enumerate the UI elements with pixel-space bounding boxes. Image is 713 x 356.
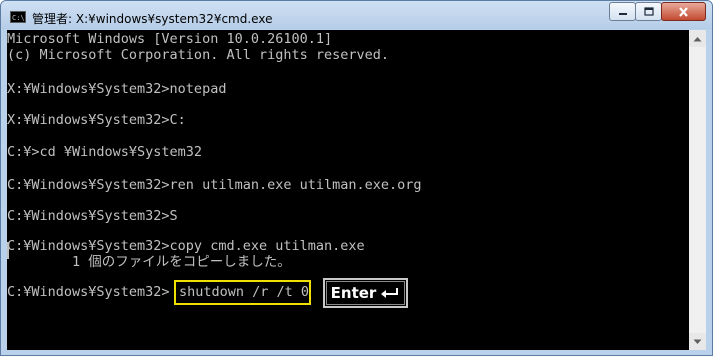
- scroll-track[interactable]: [689, 47, 706, 333]
- console-output[interactable]: Microsoft Windows [Version 10.0.26100.1]…: [7, 30, 689, 350]
- console-line: X:¥Windows¥System32>C:: [7, 112, 186, 128]
- console-line: (c) Microsoft Corporation. All rights re…: [7, 47, 390, 63]
- minimize-button[interactable]: [609, 2, 636, 21]
- console-line: C:¥>cd ¥Windows¥System32: [7, 144, 203, 160]
- scroll-down-button[interactable]: [689, 333, 706, 350]
- close-button[interactable]: [661, 2, 706, 21]
- console-line: 1 個のファイルをコピーしました。: [7, 254, 291, 270]
- close-icon: [679, 6, 688, 17]
- scroll-up-icon: [693, 36, 702, 41]
- console-line: C:¥Windows¥System32>ren utilman.exe util…: [7, 177, 422, 193]
- console-line: C:¥Windows¥System32>copy cmd.exe utilman…: [7, 238, 365, 254]
- window-title: 管理者: X:¥windows¥system32¥cmd.exe: [32, 12, 273, 26]
- cmd-app-icon[interactable]: C:\: [10, 11, 26, 23]
- console-line: X:¥Windows¥System32>notepad: [7, 81, 227, 97]
- minimize-icon: [618, 12, 627, 15]
- maximize-icon: [643, 7, 654, 16]
- enter-key-label: Enter: [330, 284, 377, 302]
- highlighted-command: shutdown /r /t 0: [174, 280, 311, 305]
- vertical-scrollbar[interactable]: [689, 30, 706, 350]
- maximize-button[interactable]: [635, 2, 662, 21]
- console-line: C:¥Windows¥System32>S: [7, 208, 178, 224]
- scroll-up-button[interactable]: [689, 30, 706, 47]
- caption-buttons: [609, 2, 706, 21]
- console-line: Microsoft Windows [Version 10.0.26100.1]: [7, 31, 333, 47]
- enter-return-icon: [380, 287, 400, 299]
- enter-key-badge: Enter: [322, 277, 409, 309]
- console-prompt: C:¥Windows¥System32>: [7, 284, 170, 300]
- title-bar[interactable]: C:\ 管理者: X:¥windows¥system32¥cmd.exe: [1, 1, 712, 29]
- scroll-down-icon: [693, 339, 702, 344]
- cmd-window: C:\ 管理者: X:¥windows¥system32¥cmd.exe Mic…: [0, 0, 713, 356]
